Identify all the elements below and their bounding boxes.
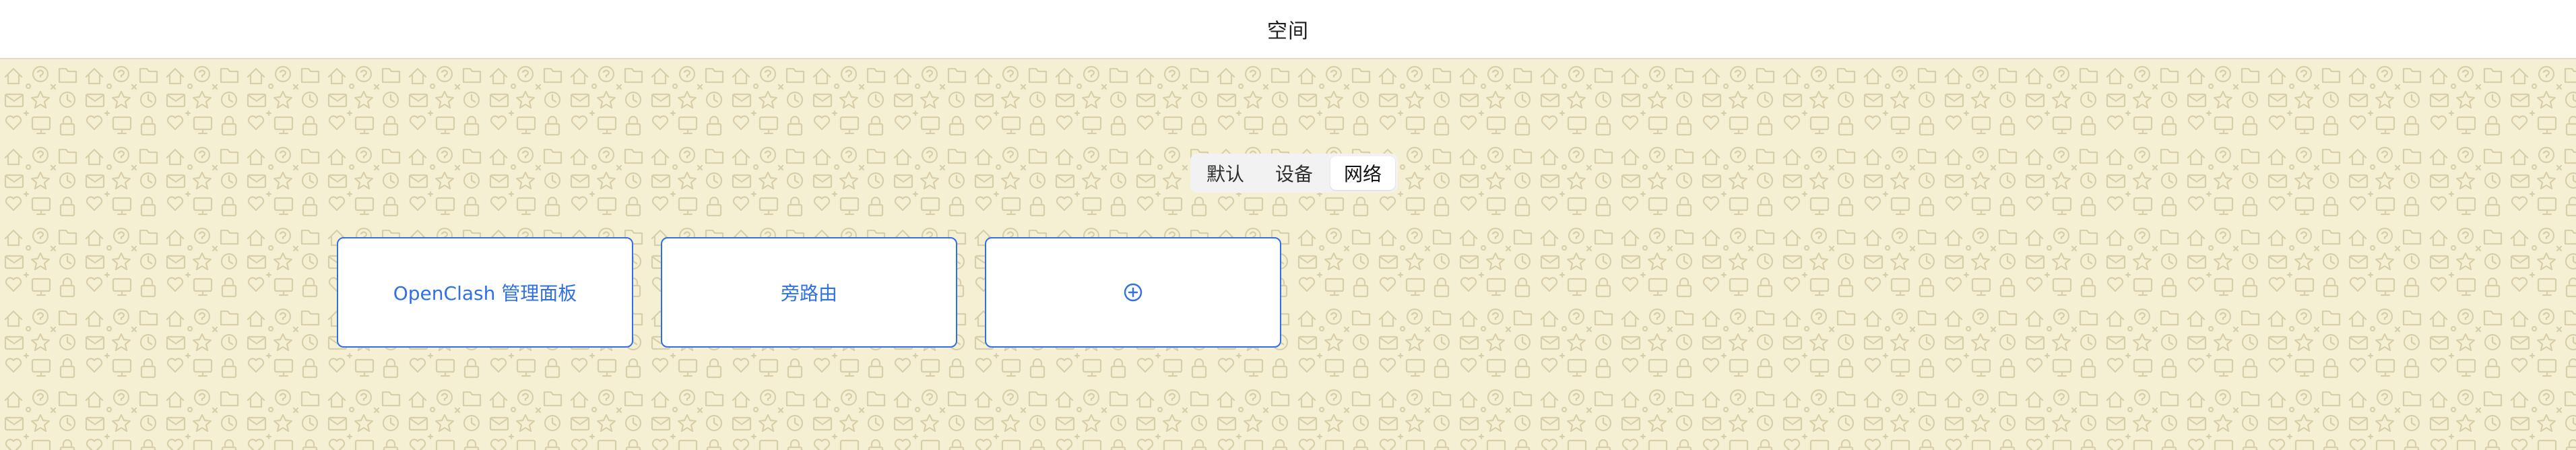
card-label: 旁路由 [780,282,837,304]
tab-network[interactable]: 网络 [1330,156,1396,190]
workspace-area: 默认 设备 网络 OpenClash 管理面板 旁路由 [0,59,2576,450]
card-openclash-panel[interactable]: OpenClash 管理面板 [337,237,633,348]
card-grid: OpenClash 管理面板 旁路由 [337,237,1281,348]
page-title: 空间 [1267,20,1309,43]
add-card-button[interactable] [985,237,1281,348]
plus-circle-icon [1123,282,1143,302]
tab-devices[interactable]: 设备 [1262,156,1326,190]
card-side-router[interactable]: 旁路由 [661,237,957,348]
top-bar: 空间 [0,0,2576,59]
tab-default[interactable]: 默认 [1193,156,1258,190]
space-tabs: 默认 设备 网络 [1190,154,1398,193]
card-label: OpenClash 管理面板 [393,282,577,304]
